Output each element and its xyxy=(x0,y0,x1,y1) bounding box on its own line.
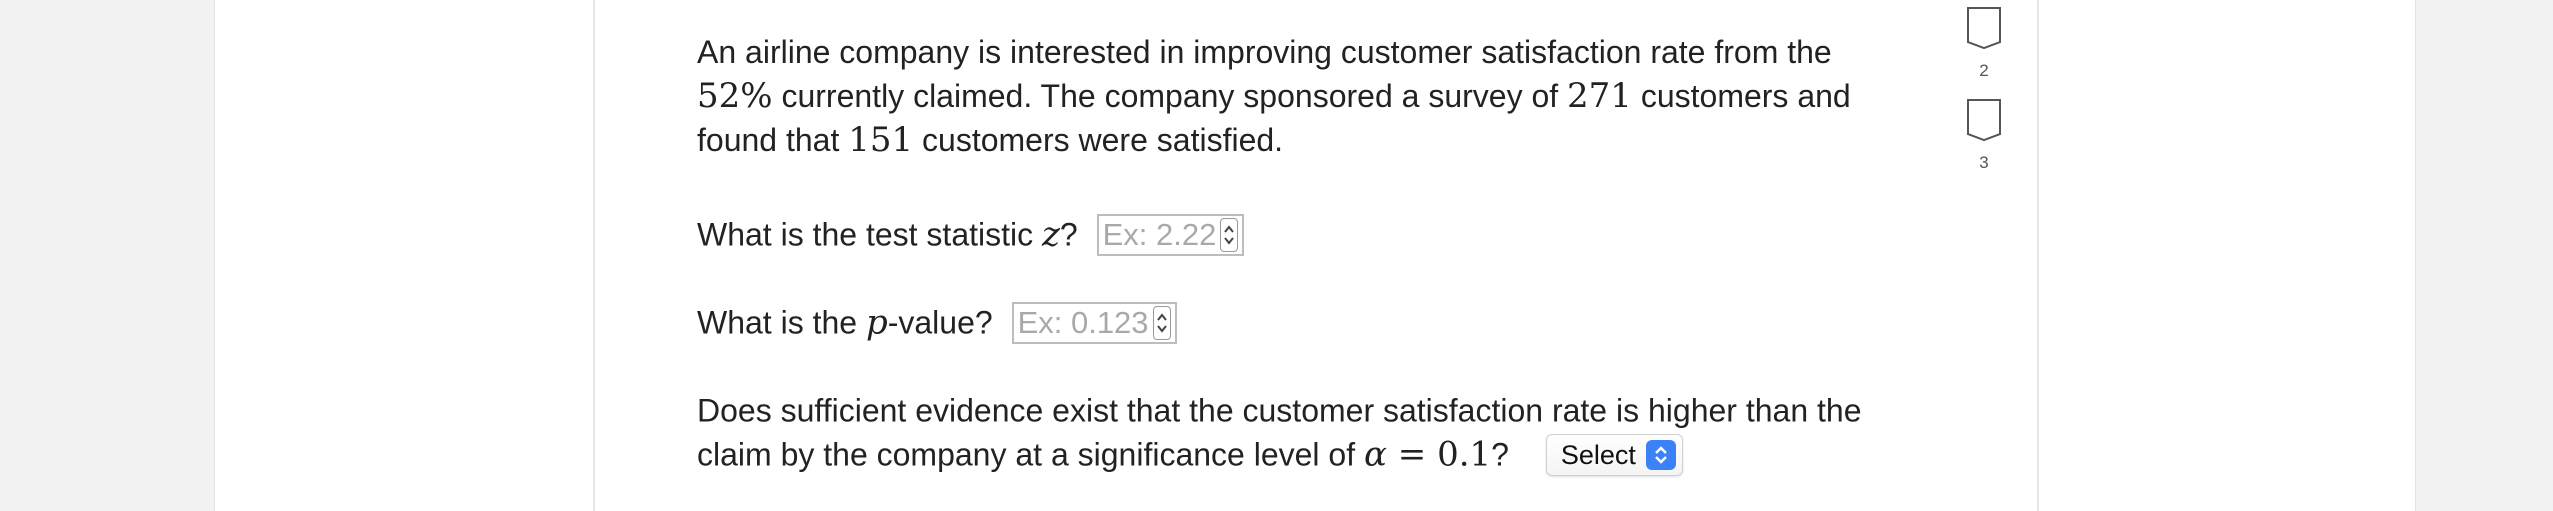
q3-line1: Does sufficient evidence exist that the … xyxy=(697,392,1862,429)
flag-number-2: 2 xyxy=(1979,61,1989,80)
q2-text-end: -value? xyxy=(887,304,993,341)
select-chevrons-icon xyxy=(1645,439,1676,470)
question-flag-3[interactable]: 3 xyxy=(1966,98,2002,173)
alpha-symbol: α xyxy=(1364,434,1387,475)
q3-line2: claim by the company at a significance l… xyxy=(697,436,1364,473)
bookmark-flag-icon xyxy=(1967,7,2001,50)
spinner-arrows-icon[interactable] xyxy=(1152,305,1171,340)
satisfied-count: 151 xyxy=(848,120,914,160)
conclusion-select[interactable]: Select xyxy=(1545,433,1683,476)
p-value-placeholder: Ex: 0.123 xyxy=(1017,304,1149,340)
test-statistic-placeholder: Ex: 2.22 xyxy=(1102,216,1217,252)
question-flag-2[interactable]: 2 xyxy=(1966,6,2002,81)
question-intro: An airline company is interested in impr… xyxy=(697,30,1877,162)
intro-text-2: currently claimed. The company sponsored… xyxy=(772,78,1568,114)
flag-number-3: 3 xyxy=(1979,153,1989,172)
intro-paragraph: An airline company is interested in impr… xyxy=(697,30,1877,162)
q1-qmark: ? xyxy=(1059,216,1078,253)
claimed-rate: 52% xyxy=(697,76,773,116)
bookmark-flag-icon xyxy=(1967,99,2001,142)
conclusion-select-label: Select xyxy=(1560,439,1636,470)
test-statistic-question: What is the test statistic z? Ex: 2.22 xyxy=(697,210,1245,257)
alpha-value: = 0.1 xyxy=(1386,434,1492,475)
conclusion-question-line1: Does sufficient evidence exist that the … xyxy=(697,386,1861,433)
q3-qmark: ? xyxy=(1491,436,1509,473)
intro-text-5: customers were satisfied. xyxy=(913,122,1284,158)
p-value-question: What is the p-value? Ex: 0.123 xyxy=(697,298,1177,345)
p-value-input[interactable]: Ex: 0.123 xyxy=(1011,301,1177,344)
q1-text: What is the test statistic xyxy=(697,216,1042,253)
q2-text: What is the xyxy=(697,304,866,341)
intro-text-4: found that xyxy=(697,122,849,158)
q1-variable: z xyxy=(1042,214,1060,255)
conclusion-question-line2: claim by the company at a significance l… xyxy=(697,430,1683,477)
survey-size: 271 xyxy=(1567,76,1632,116)
intro-text-1: An airline company is interested in impr… xyxy=(697,34,1832,70)
q2-variable: p xyxy=(865,302,888,343)
intro-text-3: customers and xyxy=(1631,78,1851,114)
spinner-arrows-icon[interactable] xyxy=(1220,217,1239,252)
test-statistic-input[interactable]: Ex: 2.22 xyxy=(1096,213,1245,256)
